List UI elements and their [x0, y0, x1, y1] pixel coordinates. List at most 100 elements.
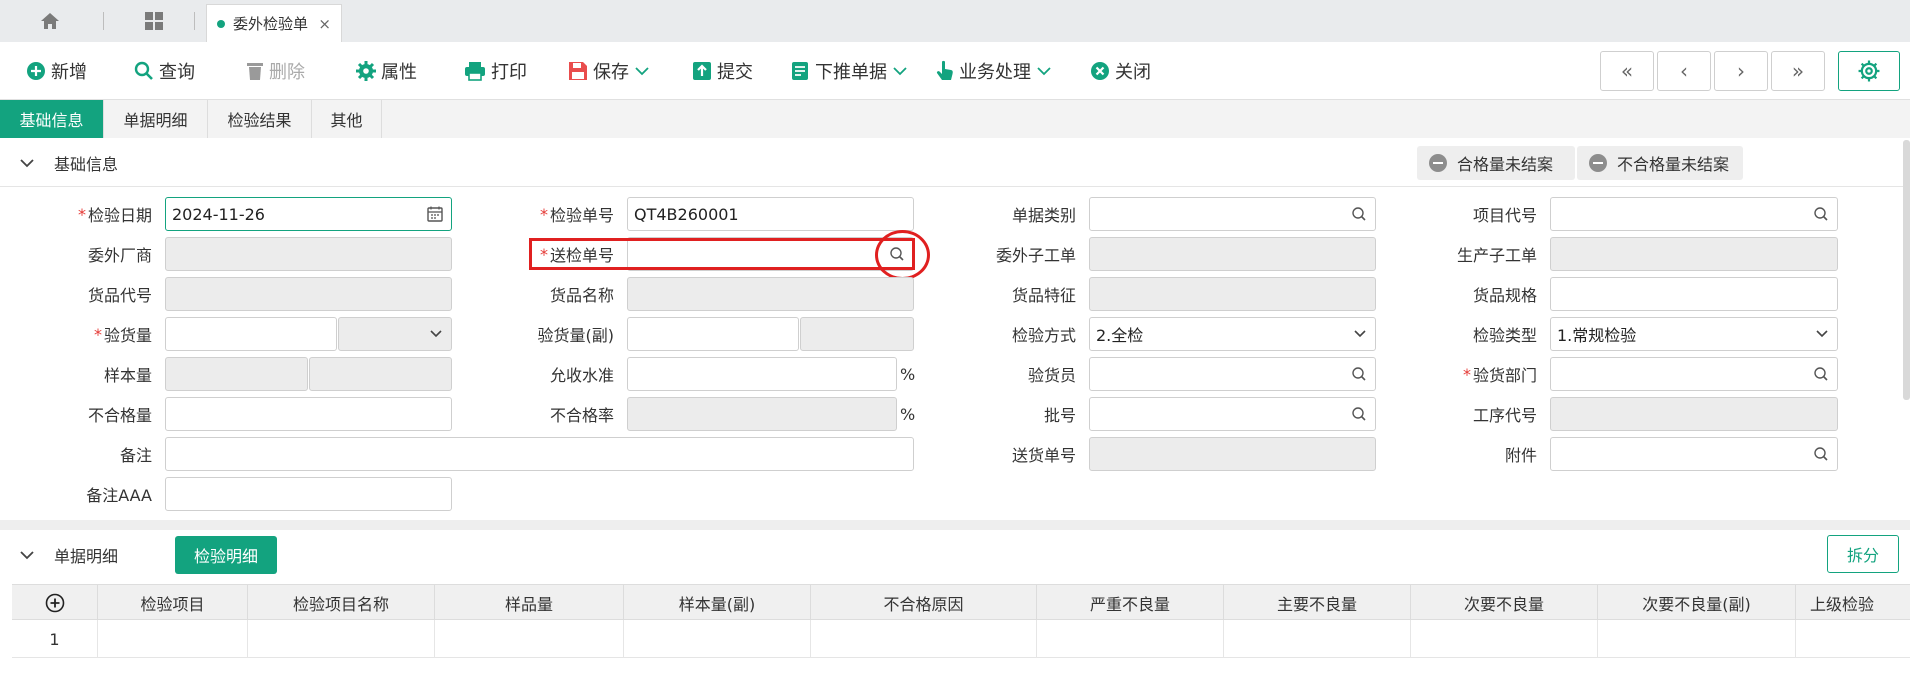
- search-icon[interactable]: [1813, 366, 1829, 382]
- column-header[interactable]: 次要不良量: [1411, 585, 1598, 621]
- inspect-detail-tab[interactable]: 检验明细: [175, 536, 277, 574]
- doc-tab-label: 委外检验单: [233, 15, 309, 33]
- last-record-button[interactable]: »: [1771, 51, 1825, 91]
- prev-record-button[interactable]: ‹: [1657, 51, 1711, 91]
- remark-field[interactable]: [165, 437, 914, 471]
- highlight-box: [529, 238, 915, 270]
- table-cell[interactable]: [1224, 620, 1411, 658]
- inspect-type-select[interactable]: 1.常规检验: [1550, 317, 1838, 351]
- inspect-date-field[interactable]: 2024-11-26: [165, 197, 452, 231]
- column-header[interactable]: 样品量: [435, 585, 624, 621]
- tabbar-separator: [194, 12, 195, 30]
- table-row[interactable]: 1: [12, 620, 1910, 658]
- qty-label: * 验货量: [93, 324, 152, 346]
- chevron-down-icon[interactable]: [20, 158, 34, 168]
- table-cell[interactable]: [1411, 620, 1598, 658]
- chevron-down-icon[interactable]: [20, 550, 34, 560]
- active-dot-icon: [217, 19, 225, 28]
- search-icon[interactable]: [1351, 206, 1367, 222]
- split-button[interactable]: 拆分: [1827, 535, 1899, 573]
- dept-field[interactable]: [1550, 357, 1838, 391]
- accept-field[interactable]: [627, 357, 897, 391]
- method-select[interactable]: 2.全检: [1089, 317, 1376, 351]
- tab-bar: 委外检验单 ×: [0, 0, 1910, 42]
- print-button[interactable]: 打印: [464, 56, 527, 86]
- column-header[interactable]: 上级检验: [1796, 585, 1910, 621]
- tab-inspect-result[interactable]: 检验结果: [208, 100, 312, 138]
- save-button[interactable]: 保存: [568, 56, 654, 86]
- search-icon[interactable]: [1813, 206, 1829, 222]
- tab-other[interactable]: 其他: [312, 100, 382, 138]
- column-header[interactable]: 检验项目: [98, 585, 248, 621]
- fail-open-chip[interactable]: 不合格量未结案: [1577, 146, 1743, 180]
- add-row-cell[interactable]: [12, 585, 98, 621]
- accept-label: 允收水准: [549, 366, 614, 385]
- chevron-down-icon[interactable]: [893, 66, 907, 76]
- column-header[interactable]: 不合格原因: [811, 585, 1037, 621]
- column-header[interactable]: 检验项目名称: [248, 585, 435, 621]
- column-header[interactable]: 主要不良量: [1224, 585, 1411, 621]
- submit-button[interactable]: 提交: [692, 56, 753, 86]
- batch-field[interactable]: [1089, 397, 1376, 431]
- business-button[interactable]: 业务处理: [936, 56, 1056, 86]
- doc-type-field[interactable]: [1089, 197, 1376, 231]
- attachment-field[interactable]: [1550, 437, 1838, 471]
- close-button[interactable]: 关闭: [1090, 56, 1151, 86]
- table-cell[interactable]: [435, 620, 624, 658]
- dept-label: * 验货部门: [1462, 364, 1537, 386]
- grid-icon[interactable]: [136, 8, 172, 34]
- qty2-field[interactable]: [627, 317, 799, 351]
- tab-basic-info[interactable]: 基础信息: [0, 100, 104, 138]
- table-cell[interactable]: [624, 620, 811, 658]
- section-gap: [0, 520, 1910, 530]
- table-cell[interactable]: [1598, 620, 1796, 658]
- close-tab-icon[interactable]: ×: [318, 15, 331, 33]
- doc-tab-inspection[interactable]: 委外检验单 ×: [206, 4, 342, 42]
- column-header[interactable]: 次要不良量(副): [1598, 585, 1796, 621]
- next-record-button[interactable]: ›: [1714, 51, 1768, 91]
- qty-unit-select[interactable]: [338, 317, 452, 351]
- first-record-button[interactable]: «: [1600, 51, 1654, 91]
- column-header[interactable]: 样本量(副): [624, 585, 811, 621]
- chevron-down-icon[interactable]: [1037, 66, 1051, 76]
- home-icon[interactable]: [32, 8, 68, 34]
- doc-type-label: 单据类别: [1011, 206, 1076, 225]
- inspect-no-field[interactable]: QT4B260001: [627, 197, 914, 231]
- inspector-field[interactable]: [1089, 357, 1376, 391]
- table-cell[interactable]: [811, 620, 1037, 658]
- search-icon[interactable]: [1351, 366, 1367, 382]
- add-button[interactable]: 新增: [26, 56, 87, 86]
- column-header[interactable]: 严重不良量: [1037, 585, 1224, 621]
- delete-button[interactable]: 删除: [246, 56, 305, 86]
- table-cell[interactable]: [98, 620, 248, 658]
- pass-open-label: 合格量未结案: [1457, 155, 1554, 174]
- ng-rate-field: [627, 397, 897, 431]
- pass-open-chip[interactable]: 合格量未结案: [1417, 146, 1575, 180]
- table-cell[interactable]: [1796, 620, 1910, 658]
- search-icon[interactable]: [1351, 406, 1367, 422]
- item-spec-field[interactable]: [1550, 277, 1838, 311]
- process-code-field: [1550, 397, 1838, 431]
- detail-section-header[interactable]: 单据明细: [0, 532, 1910, 578]
- ng-qty-field[interactable]: [165, 397, 452, 431]
- tab-doc-detail[interactable]: 单据明细: [104, 100, 208, 138]
- gear-icon: [356, 61, 376, 81]
- scrollbar[interactable]: [1903, 140, 1910, 400]
- plus-circle-icon[interactable]: [45, 593, 65, 613]
- push-down-button[interactable]: 下推单据: [790, 56, 912, 86]
- table-cell[interactable]: [1037, 620, 1224, 658]
- search-icon: [134, 61, 153, 80]
- sample-label: 样本量: [103, 366, 152, 385]
- property-button[interactable]: 属性: [356, 56, 417, 86]
- remark-aaa-field[interactable]: [165, 477, 452, 511]
- chevron-down-icon[interactable]: [635, 66, 649, 76]
- query-button[interactable]: 查询: [134, 56, 195, 86]
- inspect-no-label: * 检验单号: [539, 204, 614, 226]
- qty-field[interactable]: [165, 317, 337, 351]
- settings-button[interactable]: [1838, 51, 1900, 91]
- search-icon[interactable]: [1813, 446, 1829, 462]
- table-cell[interactable]: [248, 620, 435, 658]
- item-feature-field: [1089, 277, 1376, 311]
- calendar-icon[interactable]: [427, 206, 443, 222]
- project-code-field[interactable]: [1550, 197, 1838, 231]
